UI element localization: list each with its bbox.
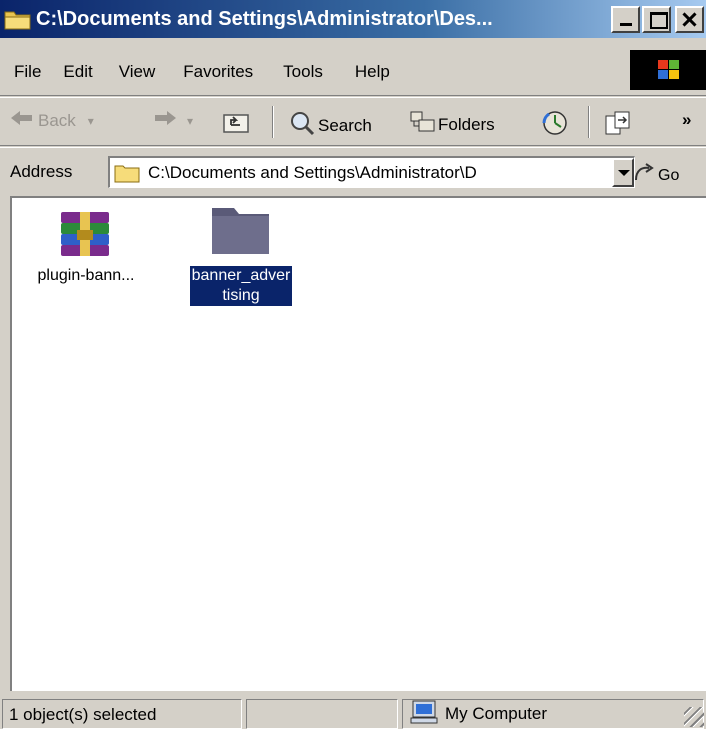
- back-arrow-icon: [10, 110, 34, 131]
- back-button[interactable]: Back ▾: [10, 110, 94, 131]
- folder-icon: [168, 206, 314, 266]
- up-folder-icon: [222, 110, 250, 139]
- address-label: Address: [10, 162, 73, 181]
- window-title: C:\Documents and Settings\Administrator\…: [36, 7, 493, 30]
- maximize-button[interactable]: [642, 6, 671, 33]
- resize-grip[interactable]: [684, 707, 704, 727]
- file-item-folder[interactable]: banner_adver tising: [168, 206, 314, 306]
- folders-icon: [410, 110, 436, 139]
- history-icon: [541, 110, 569, 141]
- search-button[interactable]: Search: [288, 110, 372, 141]
- address-bar: Address C:\Documents and Settings\Admini…: [0, 147, 706, 195]
- forward-dropdown-icon[interactable]: ▾: [187, 114, 193, 128]
- back-dropdown-icon[interactable]: ▾: [88, 114, 94, 128]
- move-to-button[interactable]: [604, 110, 632, 141]
- menu-view[interactable]: View: [119, 62, 156, 82]
- file-item-archive[interactable]: plugin-bann...: [16, 206, 156, 286]
- search-icon: [288, 110, 316, 141]
- go-button[interactable]: Go: [632, 162, 679, 189]
- menu-bar: File Edit View Favorites Tools Help: [0, 38, 706, 96]
- folders-label: Folders: [438, 114, 495, 134]
- menu-favorites[interactable]: Favorites: [183, 62, 253, 82]
- menu-file[interactable]: File: [14, 62, 41, 82]
- standard-toolbar: Back ▾ ▾ Search Folders »: [0, 97, 706, 146]
- menu-tools[interactable]: Tools: [283, 62, 323, 82]
- status-zone: My Computer: [402, 699, 704, 729]
- minimize-button[interactable]: [611, 6, 640, 33]
- status-empty-panel: [246, 699, 398, 729]
- toolbar-more-button[interactable]: »: [682, 110, 691, 130]
- address-input[interactable]: C:\Documents and Settings\Administrator\…: [108, 156, 635, 188]
- explorer-window: C:\Documents and Settings\Administrator\…: [0, 0, 706, 729]
- history-button[interactable]: [541, 110, 569, 141]
- zone-label: My Computer: [445, 704, 548, 723]
- back-label: Back: [38, 110, 76, 130]
- winrar-archive-icon: [16, 206, 156, 266]
- status-bar: 1 object(s) selected My Computer: [0, 695, 706, 729]
- file-list-view[interactable]: plugin-bann... banner_adver tising: [10, 196, 706, 691]
- my-computer-icon: [409, 700, 439, 729]
- address-dropdown-button[interactable]: [612, 158, 634, 187]
- go-arrow-icon: [632, 162, 656, 189]
- menu-edit[interactable]: Edit: [63, 62, 92, 82]
- forward-arrow-icon: [153, 110, 177, 131]
- menu-help[interactable]: Help: [355, 62, 390, 82]
- go-label: Go: [658, 166, 680, 184]
- move-to-icon: [604, 110, 632, 141]
- windows-logo-icon: [630, 50, 706, 90]
- folder-icon: [114, 163, 140, 183]
- up-folder-button[interactable]: [222, 110, 250, 139]
- address-value: C:\Documents and Settings\Administrator\…: [148, 163, 477, 182]
- folders-button[interactable]: Folders: [410, 110, 495, 139]
- close-button[interactable]: [675, 6, 704, 33]
- folder-icon: [4, 8, 32, 30]
- forward-button[interactable]: ▾: [153, 110, 193, 131]
- title-bar[interactable]: C:\Documents and Settings\Administrator\…: [0, 0, 706, 38]
- file-name: plugin-bann...: [37, 267, 135, 284]
- status-selection: 1 object(s) selected: [2, 699, 242, 729]
- search-label: Search: [318, 115, 372, 135]
- file-name: banner_adver tising: [189, 266, 293, 306]
